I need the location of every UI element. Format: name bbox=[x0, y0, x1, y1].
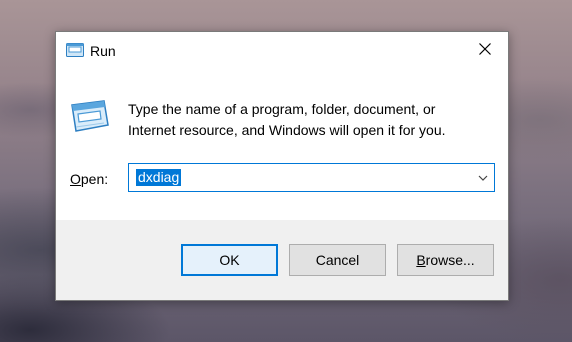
ok-button-label: OK bbox=[219, 252, 240, 268]
open-label: Open: bbox=[70, 171, 108, 187]
instruction-text: Type the name of a program, folder, docu… bbox=[128, 99, 488, 141]
ok-button[interactable]: OK bbox=[181, 244, 278, 276]
browse-button[interactable]: Browse... bbox=[397, 244, 494, 276]
open-input-value[interactable]: dxdiag bbox=[136, 169, 182, 186]
run-app-icon bbox=[66, 43, 84, 57]
run-dialog: Run Type the name of a program, folder, … bbox=[55, 31, 509, 301]
cancel-button-label: Cancel bbox=[315, 252, 360, 268]
instruction-line-2: Internet resource, and Windows will open… bbox=[128, 122, 446, 138]
title-bar[interactable]: Run bbox=[56, 32, 508, 70]
instruction-line-1: Type the name of a program, folder, docu… bbox=[128, 101, 436, 117]
run-app-icon bbox=[68, 99, 112, 135]
open-label-accelerator: O bbox=[70, 171, 81, 187]
close-icon bbox=[479, 42, 491, 60]
chevron-down-icon[interactable] bbox=[476, 171, 490, 185]
close-button[interactable] bbox=[462, 32, 508, 70]
browse-button-label: rowse... bbox=[425, 252, 475, 268]
browse-button-accelerator: B bbox=[416, 252, 426, 268]
dialog-content: Type the name of a program, folder, docu… bbox=[56, 70, 508, 220]
open-combobox[interactable]: dxdiag bbox=[128, 163, 495, 192]
window-title: Run bbox=[90, 43, 116, 59]
cancel-button[interactable]: Cancel bbox=[289, 244, 386, 276]
button-bar: OK Cancel Browse... bbox=[56, 220, 508, 300]
open-label-text: pen: bbox=[80, 171, 109, 187]
